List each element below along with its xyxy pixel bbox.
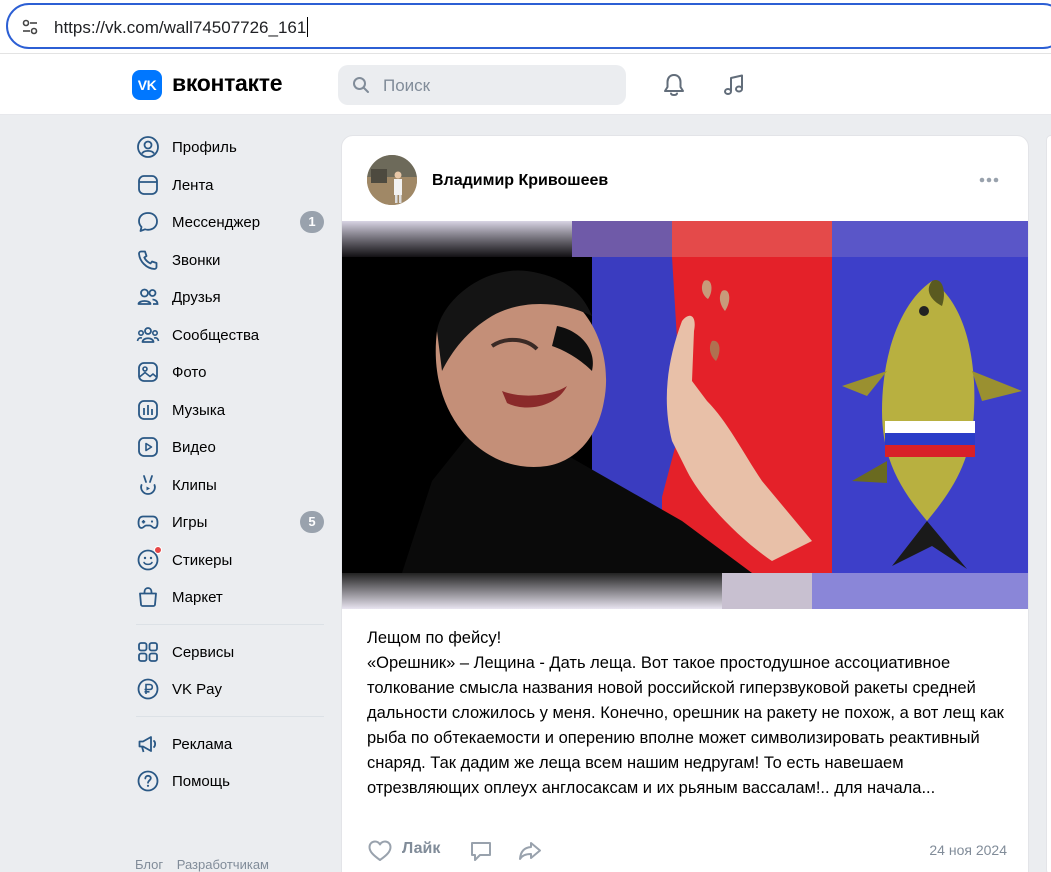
sidebar-item-help[interactable]: Помощь [130, 762, 330, 800]
search-input[interactable]: Поиск [338, 65, 626, 105]
sidebar-item-friends[interactable]: Друзья [130, 278, 330, 316]
messenger-icon [138, 212, 158, 232]
search-placeholder: Поиск [383, 76, 431, 95]
video-icon [138, 437, 158, 457]
vk-header: VK вконтакте Поиск [0, 54, 1051, 115]
sidebar-item-label: Реклама [172, 735, 233, 753]
games-count-badge: 5 [300, 511, 324, 533]
messenger-count-badge: 1 [300, 211, 324, 233]
market-icon [139, 587, 157, 607]
sidebar-item-label: Клипы [172, 476, 217, 494]
sidebar-item-label: VK Pay [172, 681, 223, 698]
sidebar-item-video[interactable]: Видео [130, 428, 330, 466]
sidebar-item-label: Стикеры [172, 551, 233, 569]
vk-brand[interactable]: вконтакте [172, 70, 283, 97]
footer-link-blog[interactable]: Блог [135, 857, 163, 872]
author-avatar[interactable] [367, 155, 417, 205]
like-button[interactable]: Лайк [402, 840, 440, 858]
post-author[interactable]: Владимир Кривошеев [432, 172, 608, 190]
sidebar-item-label: Фото [172, 364, 207, 381]
sidebar-item-games[interactable]: Игры 5 [130, 503, 330, 541]
site-settings-icon[interactable] [21, 18, 39, 36]
sidebar-item-label: Игры [172, 514, 208, 531]
sidebar-item-label: Мессенджер [172, 214, 261, 231]
sidebar-item-profile[interactable]: Профиль [130, 128, 330, 166]
sidebar-item-label: Профиль [172, 139, 237, 156]
ads-icon [138, 735, 157, 752]
sidebar-item-label: Музыка [172, 401, 226, 419]
music-icon [138, 399, 158, 420]
comment-icon[interactable] [468, 838, 494, 864]
sidebar-item-feed[interactable]: Лента [130, 166, 330, 204]
communities-icon [136, 326, 160, 343]
post-text-body: «Орешник» – Лещина - Дать леща. Вот тако… [367, 654, 1004, 797]
post-date[interactable]: 24 ноя 2024 [929, 842, 1007, 858]
left-sidebar: Профиль Лента Мессенджер 1 Звонки Друзья… [130, 128, 330, 800]
sidebar-divider [136, 623, 324, 625]
sidebar-item-label: Сообщества [172, 326, 260, 344]
clips-icon [140, 474, 156, 495]
sidebar-item-label: Сервисы [172, 643, 235, 661]
sidebar-item-label: Друзья [172, 289, 221, 306]
post-text: Лещом по фейсу! «Орешник» – Лещина - Дат… [367, 626, 1007, 801]
sidebar-item-stickers[interactable]: Стикеры [130, 541, 330, 579]
footer-link-developers[interactable]: Разработчикам [177, 857, 269, 872]
more-options-icon[interactable] [978, 174, 1000, 186]
sidebar-item-services[interactable]: Сервисы [130, 633, 330, 671]
share-icon[interactable] [517, 838, 543, 864]
bell-icon[interactable] [661, 72, 687, 98]
photo-icon [138, 362, 158, 382]
sidebar-item-communities[interactable]: Сообщества [130, 316, 330, 354]
services-icon [138, 641, 158, 662]
phone-icon [138, 250, 158, 270]
wall-post: Владимир Кривошеев Лещом по фейсу! «Ореш… [341, 135, 1029, 872]
sidebar-item-photos[interactable]: Фото [130, 353, 330, 391]
post-image[interactable] [342, 221, 1029, 609]
sidebar-item-clips[interactable]: Клипы [130, 466, 330, 504]
profile-icon [137, 136, 159, 158]
games-icon [137, 515, 159, 529]
sidebar-item-calls[interactable]: Звонки [130, 241, 330, 279]
friends-icon [137, 288, 159, 305]
post-text-title: Лещом по фейсу! [367, 629, 502, 647]
sidebar-item-vkpay[interactable]: VK Pay [130, 670, 330, 708]
browser-toolbar: https://vk.com/wall74507726_161 [0, 0, 1051, 54]
vk-logo[interactable]: VK [132, 70, 162, 100]
avatar-photo [367, 155, 417, 205]
sidebar-item-market[interactable]: Маркет [130, 578, 330, 616]
url-text: https://vk.com/wall74507726_161 [54, 17, 309, 37]
right-column-edge [1046, 135, 1051, 872]
sidebar-footer-links: Блог Разработчикам [135, 857, 279, 872]
sidebar-item-messenger[interactable]: Мессенджер 1 [130, 203, 330, 241]
sidebar-divider [136, 715, 324, 717]
sidebar-item-label: Лента [172, 176, 214, 194]
feed-icon [138, 174, 158, 195]
sidebar-item-label: Маркет [172, 589, 223, 606]
sidebar-item-ads[interactable]: Реклама [130, 725, 330, 763]
notification-dot [154, 545, 162, 554]
search-icon [353, 77, 369, 93]
like-icon[interactable] [367, 838, 393, 864]
help-icon [137, 770, 159, 792]
sidebar-item-label: Звонки [172, 251, 221, 269]
post-actions: Лайк 24 ноя 2024 [367, 836, 1007, 866]
music-note-icon[interactable] [721, 72, 747, 98]
sidebar-item-label: Помощь [172, 773, 230, 790]
sidebar-item-label: Видео [172, 439, 216, 456]
vkpay-icon [137, 678, 159, 700]
sidebar-item-music[interactable]: Музыка [130, 391, 330, 429]
address-bar[interactable]: https://vk.com/wall74507726_161 [6, 3, 1051, 49]
